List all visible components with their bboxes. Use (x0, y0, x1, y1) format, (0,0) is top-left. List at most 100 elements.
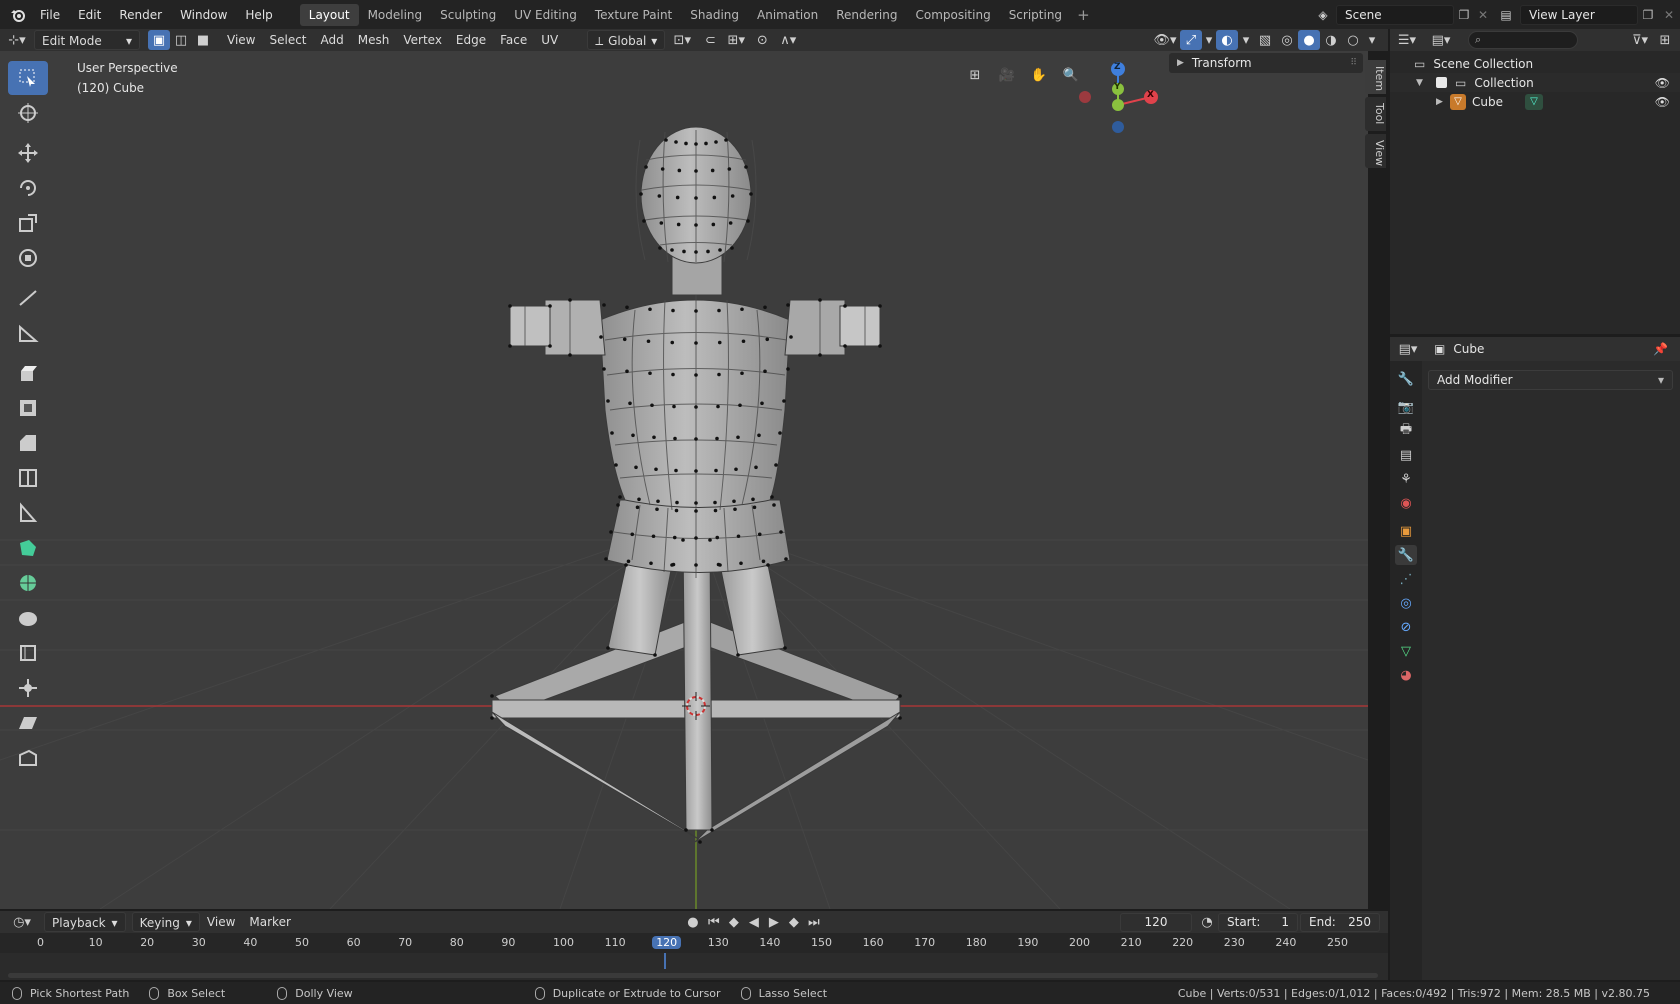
mesh-vertex[interactable] (715, 535, 720, 540)
pan-hand-icon[interactable]: ✋ (1026, 62, 1052, 88)
mesh-vertex[interactable] (760, 401, 764, 406)
timeline-view-menu[interactable]: View (200, 912, 242, 932)
view-layer-copy-icon[interactable]: ❐ (1638, 8, 1658, 22)
mesh-vertex[interactable] (843, 344, 847, 348)
measure-tool-icon[interactable] (8, 316, 48, 350)
gizmo-menu-icon[interactable]: ▾ (1202, 30, 1216, 50)
menu-select[interactable]: Select (262, 30, 313, 50)
mesh-vertex[interactable] (682, 249, 686, 254)
snap-target-icon[interactable]: ⊞▾ (721, 30, 751, 50)
mesh-vertex[interactable] (548, 344, 552, 348)
edge-slide-tool-icon[interactable] (8, 636, 48, 670)
output-tab-icon[interactable]: 🖶 (1395, 421, 1417, 441)
mesh-vertex[interactable] (704, 141, 708, 146)
mesh-vertex[interactable] (694, 142, 698, 146)
mesh-vertex[interactable] (618, 495, 622, 499)
menu-file[interactable]: File (31, 4, 69, 26)
mesh-vertex[interactable] (754, 465, 758, 470)
world-tab-icon[interactable]: ◉ (1395, 493, 1417, 513)
display-mode-icon[interactable]: ▤▾ (1424, 30, 1458, 50)
stopwatch-icon[interactable]: ◔ (1196, 912, 1218, 932)
mesh-vertex[interactable] (624, 563, 628, 567)
loop-cut-tool-icon[interactable] (8, 461, 48, 495)
timeline-editor-type-icon[interactable]: ◷▾ (4, 912, 40, 932)
add-modifier-dropdown[interactable]: Add Modifier ▾ (1428, 370, 1673, 390)
mesh-vertex[interactable] (626, 559, 631, 564)
menu-render[interactable]: Render (110, 4, 171, 26)
mesh-vertex[interactable] (732, 499, 736, 504)
mesh-vertex[interactable] (717, 308, 721, 313)
rotate-tool-icon[interactable] (8, 171, 48, 205)
rendered-shading-icon[interactable]: ○ (1342, 30, 1364, 50)
timeline-ruler[interactable]: 0 10 20 30 40 50 60 70 80 90 100 110 120 130 140 150 160… (0, 933, 1388, 953)
outliner-search-input[interactable]: ⌕ (1468, 31, 1578, 49)
outliner-row-collection[interactable]: ▼ ▭ Collection 👁 (1390, 73, 1680, 92)
physics-tab-icon[interactable]: ◎ (1395, 593, 1417, 613)
mesh-vertex[interactable] (672, 535, 677, 540)
eye-icon[interactable]: 👁 (1655, 95, 1670, 109)
eye-icon[interactable]: 👁 (1655, 76, 1670, 90)
mesh-vertex[interactable] (650, 403, 654, 408)
mesh-vertex[interactable] (898, 694, 902, 698)
mesh-vertex[interactable] (655, 507, 659, 512)
edge-select-icon[interactable]: ◫ (170, 30, 192, 50)
wireframe-shading-icon[interactable]: ◎ (1276, 30, 1298, 50)
scale-tool-icon[interactable] (8, 206, 48, 240)
render-tab-icon[interactable]: 📷 (1395, 397, 1417, 417)
mesh-vertex[interactable] (609, 530, 613, 534)
mesh-vertex[interactable] (749, 192, 753, 196)
mesh-vertex[interactable] (694, 469, 698, 473)
mesh-vertex[interactable] (694, 501, 698, 505)
tab-texture-paint[interactable]: Texture Paint (586, 4, 681, 26)
mesh-vertex[interactable] (786, 367, 790, 371)
mesh-vertex[interactable] (568, 353, 572, 357)
filter-icon[interactable]: ⊽▾ (1626, 30, 1654, 50)
mesh-vertex[interactable] (648, 307, 652, 312)
mesh-vertex[interactable] (568, 298, 572, 302)
object-tab-icon[interactable]: ▣ (1395, 521, 1417, 541)
new-collection-icon[interactable]: ⊞ (1654, 30, 1676, 50)
mesh-vertex[interactable] (724, 138, 728, 142)
mesh-vertex[interactable] (761, 559, 766, 564)
3d-viewport[interactable]: User Perspective (120) Cube ⊞ 🎥 ✋ 🔍 Z X … (0, 51, 1368, 909)
mesh-vertex[interactable] (602, 367, 606, 371)
shrink-fatten-tool-icon[interactable] (8, 671, 48, 705)
mesh-vertex[interactable] (635, 505, 640, 510)
outliner-editor-type-icon[interactable]: ☰▾ (1390, 30, 1424, 50)
menu-mesh[interactable]: Mesh (351, 30, 397, 50)
mesh-vertex[interactable] (728, 221, 733, 225)
mesh-vertex[interactable] (730, 194, 735, 198)
smooth-tool-icon[interactable] (8, 601, 48, 635)
mesh-vertex[interactable] (508, 344, 512, 348)
drag-handle-icon[interactable]: ⠿ (1350, 58, 1357, 68)
mesh-vertex[interactable] (548, 304, 552, 308)
tab-compositing[interactable]: Compositing (906, 4, 999, 26)
material-shading-icon[interactable]: ◑ (1320, 30, 1342, 50)
mesh-vertex[interactable] (671, 372, 675, 377)
particles-tab-icon[interactable]: ⋰ (1395, 569, 1417, 589)
scene-tab-icon[interactable]: ⚘ (1395, 469, 1417, 489)
solid-shading-icon[interactable]: ● (1298, 30, 1320, 50)
mesh-vertex[interactable] (681, 538, 685, 542)
mesh-vertex[interactable] (734, 467, 738, 472)
mesh-vertex[interactable] (878, 344, 882, 348)
prev-keyframe-icon[interactable]: ◆ (724, 912, 744, 932)
mesh-vertex[interactable] (694, 196, 698, 200)
tool-settings-tab-icon[interactable]: 🔧 (1395, 369, 1417, 389)
mesh-vertex[interactable] (715, 436, 719, 441)
mesh-vertex[interactable] (765, 337, 770, 342)
mesh-vertex[interactable] (717, 340, 722, 345)
properties-editor-type-icon[interactable]: ▤▾ (1390, 339, 1426, 359)
menu-add[interactable]: Add (314, 30, 351, 50)
mesh-vertex[interactable] (694, 405, 698, 409)
knife-tool-icon[interactable] (8, 496, 48, 530)
mesh-vertex[interactable] (744, 165, 748, 169)
tab-modeling[interactable]: Modeling (359, 4, 432, 26)
mesh-vertex[interactable] (772, 503, 776, 507)
scene-close-icon[interactable]: ✕ (1474, 8, 1492, 22)
overlays-toggle-icon[interactable]: ◐ (1216, 30, 1238, 50)
mesh-vertex[interactable] (694, 437, 698, 441)
mesh-vertex[interactable] (778, 431, 782, 435)
mesh-vertex[interactable] (757, 532, 762, 537)
menu-edge[interactable]: Edge (449, 30, 493, 50)
